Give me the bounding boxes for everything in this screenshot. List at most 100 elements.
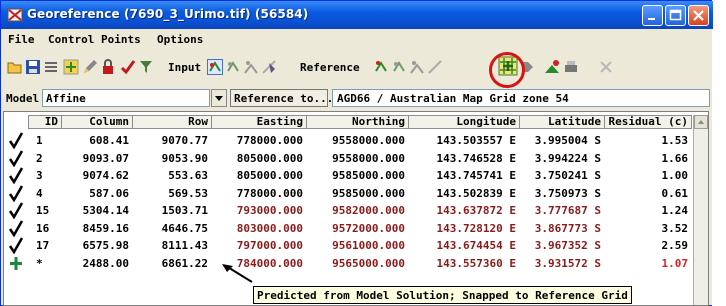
maximize-icon [669, 9, 682, 21]
header-longitude[interactable]: Longitude [408, 115, 520, 129]
table-row[interactable]: 16 8459.16 4646.75 803000.000 9572000.000 143… [4, 219, 694, 237]
input-view-icon[interactable] [207, 59, 223, 75]
table-row[interactable]: 4 587.06 569.53 778000.000 9585000.000 143.50… [4, 184, 694, 202]
cell-latitude: 3.777687 S [534, 204, 601, 217]
cell-residual: 0.61 [661, 186, 689, 200]
header-id[interactable]: ID [28, 115, 62, 129]
cell-residual: 2.59 [661, 239, 689, 252]
title-bar[interactable]: Georeference (7690_3_Urimo.tif) (56584) [1, 1, 713, 29]
close-x-icon [693, 10, 704, 21]
list-icon[interactable] [43, 59, 59, 75]
cell-latitude: 3.994224 S [534, 151, 601, 165]
cell-northing: 9582000.000 [332, 204, 405, 217]
checkmark-icon[interactable] [8, 237, 24, 254]
menu-file[interactable]: File [8, 33, 35, 46]
table-row[interactable]: * 2488.00 6861.22 784000.000 9565000.000 143.… [4, 255, 694, 272]
checkmark-icon[interactable] [8, 219, 24, 237]
close-icon[interactable] [598, 59, 614, 75]
vertical-scrollbar[interactable] [693, 115, 708, 305]
cell-longitude: 143.746528 E [436, 151, 516, 165]
cell-latitude: 3.750973 S [534, 186, 601, 200]
header-residual[interactable]: Residual (c) [604, 115, 692, 129]
cell-northing: 9561000.000 [332, 239, 405, 252]
cell-northing: 9558000.000 [332, 134, 405, 147]
cell-row: 8111.43 [161, 239, 208, 252]
cell-latitude: 3.867773 S [534, 221, 601, 235]
header-row[interactable]: Row [132, 115, 212, 129]
reference-to-button[interactable]: Reference to... [230, 89, 333, 107]
cell-northing: 9572000.000 [332, 221, 405, 235]
table-row[interactable]: 15 5304.14 1503.71 793000.000 9582000.000 143… [4, 202, 694, 219]
cell-residual: 1.00 [661, 169, 689, 182]
input-snap-icon[interactable] [243, 59, 259, 75]
cell-longitude: 143.557360 E [436, 256, 516, 270]
model-select[interactable]: Affine [42, 89, 210, 107]
header-latitude[interactable]: Latitude [519, 115, 605, 129]
table-row[interactable]: 1 608.41 9070.77 778000.000 9558000.000 143.5… [4, 132, 694, 149]
cell-longitude: 143.674454 E [436, 239, 516, 252]
cell-residual: 1.24 [661, 204, 689, 217]
cell-latitude: 3.931572 S [534, 256, 601, 270]
cell-easting: 793000.000 [236, 204, 303, 217]
lock-icon[interactable] [100, 59, 116, 75]
cell-easting: 778000.000 [236, 134, 303, 147]
print-icon[interactable] [563, 59, 579, 75]
maximize-button[interactable] [665, 5, 686, 26]
checkmark-icon[interactable] [8, 184, 24, 202]
reference-system-field[interactable]: AGD66 / Australian Map Grid zone 54 [332, 89, 710, 107]
reference-view-2-icon[interactable] [391, 59, 407, 75]
snap-highlight-circle [489, 52, 525, 88]
model-bar: Model Affine Reference to... AGD66 / Aus… [1, 87, 713, 109]
save-icon[interactable] [25, 59, 41, 75]
cell-northing: 9558000.000 [332, 151, 405, 165]
app-icon [7, 8, 23, 22]
cell-latitude: 3.750241 S [534, 169, 601, 182]
input-snap-2-icon[interactable] [261, 59, 277, 75]
checkmark-icon[interactable] [8, 202, 24, 219]
cell-column: 8459.16 [82, 221, 129, 235]
reference-snap-2-icon[interactable] [427, 59, 443, 75]
cell-row: 569.53 [168, 186, 208, 200]
cell-longitude: 143.637872 E [436, 204, 516, 217]
model-label: Model [6, 92, 40, 105]
header-northing[interactable]: Northing [306, 115, 409, 129]
cell-easting: 805000.000 [236, 151, 303, 165]
cell-column: 9074.62 [82, 169, 129, 182]
cell-longitude: 143.502839 E [436, 186, 516, 200]
checkmark-icon[interactable] [8, 167, 24, 184]
open-icon[interactable] [7, 59, 23, 75]
cell-column: 2488.00 [82, 256, 129, 270]
table-row[interactable]: 2 9093.07 9053.90 805000.000 9558000.000 143.… [4, 149, 694, 167]
table-row[interactable]: 17 6575.98 8111.43 797000.000 9561000.000 143… [4, 237, 694, 254]
menu-control-points[interactable]: Control Points [48, 33, 141, 46]
add-marker-icon[interactable] [8, 255, 24, 272]
model-dropdown-button[interactable] [211, 89, 227, 107]
menu-options[interactable]: Options [157, 33, 203, 46]
checkmark-icon[interactable] [8, 149, 24, 167]
header-easting[interactable]: Easting [211, 115, 307, 129]
edit-icon[interactable] [82, 59, 98, 75]
scroll-up-button[interactable] [694, 115, 708, 129]
cell-northing: 9585000.000 [332, 186, 405, 200]
cell-residual: 1.66 [661, 151, 689, 165]
cell-column: 6575.98 [82, 239, 129, 252]
minimize-icon [648, 18, 655, 20]
filter-icon[interactable] [138, 59, 154, 75]
table-row[interactable]: 3 9074.62 553.63 805000.000 9585000.000 143.7… [4, 167, 694, 184]
reference-label: Reference [300, 61, 360, 74]
input-view-2-icon[interactable] [225, 59, 241, 75]
cell-easting: 805000.000 [236, 169, 303, 182]
add-point-icon[interactable] [63, 59, 79, 75]
cell-row: 1503.71 [161, 204, 208, 217]
reference-view-icon[interactable] [373, 59, 389, 75]
checkmark-icon[interactable] [8, 132, 24, 149]
cell-row: 4646.75 [161, 221, 208, 235]
layer-icon[interactable] [544, 59, 560, 75]
reference-snap-icon[interactable] [409, 59, 425, 75]
close-window-button[interactable] [688, 5, 709, 26]
header-column[interactable]: Column [61, 115, 133, 129]
minimize-button[interactable] [642, 5, 663, 26]
window-title: Georeference (7690_3_Urimo.tif) (56584) [27, 7, 309, 21]
check-icon[interactable] [120, 59, 136, 75]
cell-row: 553.63 [168, 169, 208, 182]
